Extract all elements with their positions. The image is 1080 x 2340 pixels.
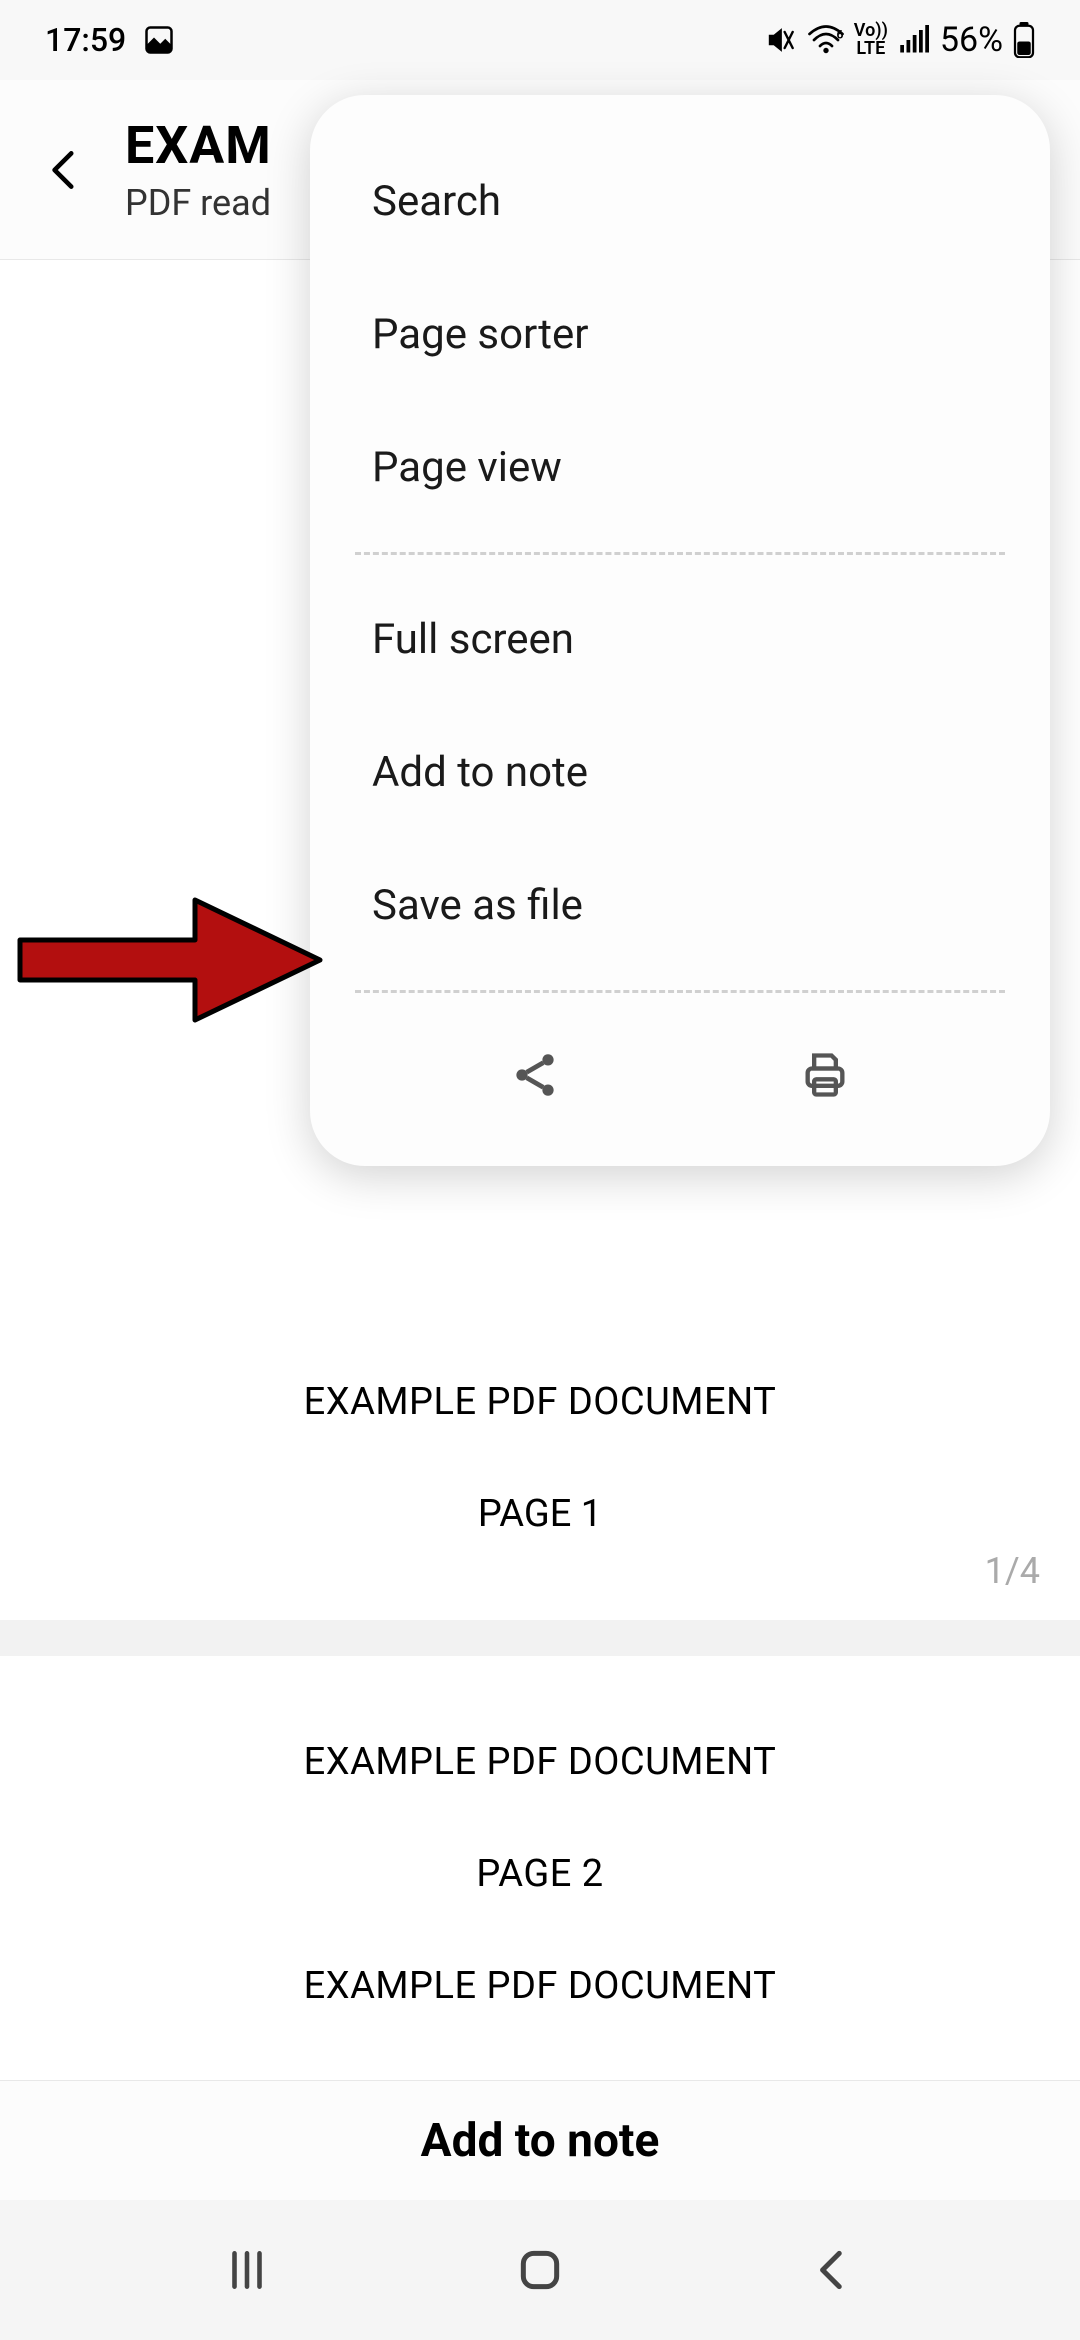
- battery-percent: 56%: [940, 20, 1003, 60]
- page-subtitle: PDF read: [125, 182, 272, 224]
- page-1-number: PAGE 1: [0, 1492, 1080, 1536]
- status-right: 6 Vo))LTE 56%: [766, 20, 1035, 60]
- status-time: 17:59: [45, 21, 126, 59]
- page-2-title-2: EXAMPLE PDF DOCUMENT: [0, 1964, 1080, 2008]
- annotation-arrow: [10, 880, 330, 1040]
- nav-home-icon[interactable]: [515, 2245, 565, 2295]
- menu-save-as-file[interactable]: Save as file: [310, 839, 1050, 972]
- gallery-icon: [144, 25, 174, 55]
- header-titles: EXAM PDF read: [125, 115, 272, 224]
- page-1-title: EXAMPLE PDF DOCUMENT: [0, 1380, 1080, 1424]
- page-separator: [0, 1620, 1080, 1656]
- menu-divider-2: [355, 990, 1005, 993]
- page-title: EXAM: [125, 115, 272, 176]
- menu-divider-1: [355, 552, 1005, 555]
- wifi-icon: 6: [808, 25, 844, 55]
- add-to-note-button[interactable]: Add to note: [421, 2114, 660, 2168]
- nav-recents-icon[interactable]: [222, 2245, 272, 2295]
- svg-text:6: 6: [836, 28, 843, 42]
- page-2-number: PAGE 2: [0, 1852, 1080, 1896]
- nav-back-icon[interactable]: [808, 2245, 858, 2295]
- signal-icon: [898, 25, 930, 55]
- battery-icon: [1013, 22, 1035, 58]
- menu-footer: [310, 1011, 1050, 1111]
- status-bar: 17:59 6 Vo))LTE 56%: [0, 0, 1080, 80]
- page-counter: 1/4: [985, 1550, 1040, 1592]
- menu-page-sorter[interactable]: Page sorter: [310, 268, 1050, 401]
- status-left: 17:59: [45, 21, 174, 59]
- menu-add-to-note[interactable]: Add to note: [310, 706, 1050, 839]
- back-icon[interactable]: [40, 145, 90, 195]
- share-icon[interactable]: [509, 1049, 561, 1101]
- menu-search[interactable]: Search: [310, 135, 1050, 268]
- page-1-preview: EXAMPLE PDF DOCUMENT PAGE 1: [0, 1380, 1080, 1536]
- menu-page-view[interactable]: Page view: [310, 401, 1050, 534]
- page-2-title: EXAMPLE PDF DOCUMENT: [0, 1740, 1080, 1784]
- system-nav-bar: [0, 2200, 1080, 2340]
- options-menu: Search Page sorter Page view Full screen…: [310, 95, 1050, 1166]
- volte-icon: Vo))LTE: [854, 22, 888, 58]
- page-2-preview: EXAMPLE PDF DOCUMENT PAGE 2 EXAMPLE PDF …: [0, 1740, 1080, 2008]
- print-icon[interactable]: [799, 1049, 851, 1101]
- menu-full-screen[interactable]: Full screen: [310, 573, 1050, 706]
- mute-vibrate-icon: [766, 24, 798, 56]
- bottom-action-bar[interactable]: Add to note: [0, 2080, 1080, 2200]
